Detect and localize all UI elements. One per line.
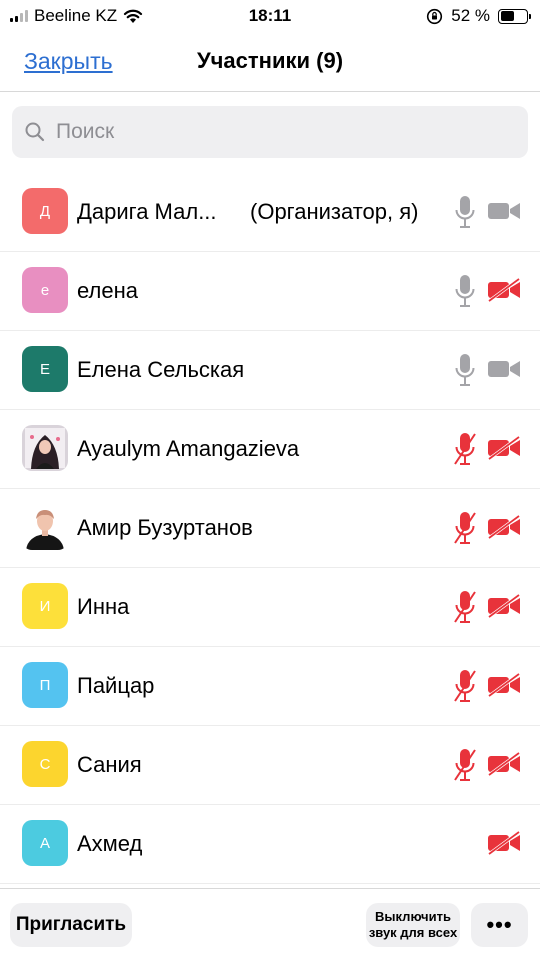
- mute-all-button[interactable]: Выключить звук для всех: [366, 903, 460, 947]
- video-camera-off-icon[interactable]: [487, 594, 521, 618]
- invite-button[interactable]: Пригласить: [10, 903, 132, 947]
- video-camera-icon[interactable]: [487, 357, 521, 381]
- participant-name: Сания: [77, 752, 142, 777]
- avatar: И: [22, 583, 68, 629]
- microphone-icon[interactable]: [454, 274, 476, 308]
- avatar: [22, 425, 68, 471]
- avatar: П: [22, 662, 68, 708]
- microphone-icon[interactable]: [454, 353, 476, 387]
- microphone-icon[interactable]: [454, 195, 476, 229]
- video-camera-off-icon[interactable]: [487, 673, 521, 697]
- participant-row[interactable]: С Сания: [0, 726, 540, 805]
- avatar-initial: А: [39, 834, 50, 852]
- close-button[interactable]: Закрыть: [24, 48, 113, 75]
- microphone-muted-icon[interactable]: [454, 590, 476, 624]
- participant-role: (Организатор, я): [250, 199, 419, 224]
- avatar-initial: С: [39, 755, 51, 773]
- microphone-muted-icon[interactable]: [454, 748, 476, 782]
- microphone-muted-icon[interactable]: [454, 669, 476, 703]
- orientation-lock-icon: [427, 8, 443, 24]
- participant-name: Инна: [77, 594, 130, 619]
- participant-name: Елена Сельская: [77, 357, 245, 382]
- status-bar: Beeline KZ 18:11 52 %: [0, 0, 540, 32]
- avatar-initial: Д: [39, 202, 51, 220]
- participant-name: Амир Бузуртанов: [77, 515, 253, 540]
- battery-level: [500, 11, 514, 21]
- avatar-initial: И: [39, 597, 51, 615]
- avatar-initial: е: [40, 281, 50, 299]
- avatar-initial: Е: [39, 360, 50, 378]
- bottom-toolbar: Пригласить Выключить звук для всех •••: [0, 888, 540, 960]
- more-button[interactable]: •••: [471, 903, 528, 947]
- video-camera-icon[interactable]: [487, 199, 521, 223]
- participant-row[interactable]: Е Елена Сельская: [0, 331, 540, 410]
- participant-name: Дарига Мал...: [77, 199, 217, 224]
- participant-row[interactable]: А Ахмед: [0, 805, 540, 884]
- avatar: А: [22, 820, 68, 866]
- video-camera-off-icon[interactable]: [487, 278, 521, 302]
- avatar: е: [22, 267, 68, 313]
- avatar: Д: [22, 188, 68, 234]
- search-bar[interactable]: [12, 106, 528, 158]
- avatar: С: [22, 741, 68, 787]
- microphone-muted-icon[interactable]: [454, 432, 476, 466]
- participant-name: Ayaulym Amangazieva: [77, 436, 300, 461]
- search-icon: [25, 122, 45, 142]
- mute-all-label-line2: звук для всех: [368, 925, 458, 940]
- participant-name: Пайцар: [77, 673, 155, 698]
- video-camera-off-icon[interactable]: [487, 515, 521, 539]
- participant-row[interactable]: Амир Бузуртанов: [0, 489, 540, 568]
- participant-list: Д Дарига Мал... (Организатор, я) е елена Е Еле…: [0, 173, 540, 884]
- navigation-bar: Закрыть Участники (9): [0, 36, 540, 92]
- avatar-initial: П: [39, 676, 51, 694]
- battery-percent: 52 %: [451, 6, 490, 25]
- participant-row[interactable]: Д Дарига Мал... (Организатор, я): [0, 173, 540, 252]
- video-camera-off-icon[interactable]: [487, 831, 521, 855]
- microphone-muted-icon[interactable]: [454, 511, 476, 545]
- status-right: 52 %: [426, 6, 531, 26]
- avatar: Е: [22, 346, 68, 392]
- mute-all-label-line1: Выключить: [375, 909, 451, 924]
- participant-row[interactable]: е елена: [0, 252, 540, 331]
- participant-row[interactable]: Ayaulym Amangazieva: [0, 410, 540, 489]
- battery-icon: [498, 8, 531, 24]
- participant-name: Ахмед: [77, 831, 143, 856]
- participant-name: елена: [77, 278, 138, 303]
- participant-row[interactable]: П Пайцар: [0, 647, 540, 726]
- video-camera-off-icon[interactable]: [487, 436, 521, 460]
- search-input[interactable]: [56, 120, 496, 144]
- video-camera-off-icon[interactable]: [487, 752, 521, 776]
- participant-row[interactable]: И Инна: [0, 568, 540, 647]
- avatar: [22, 504, 68, 550]
